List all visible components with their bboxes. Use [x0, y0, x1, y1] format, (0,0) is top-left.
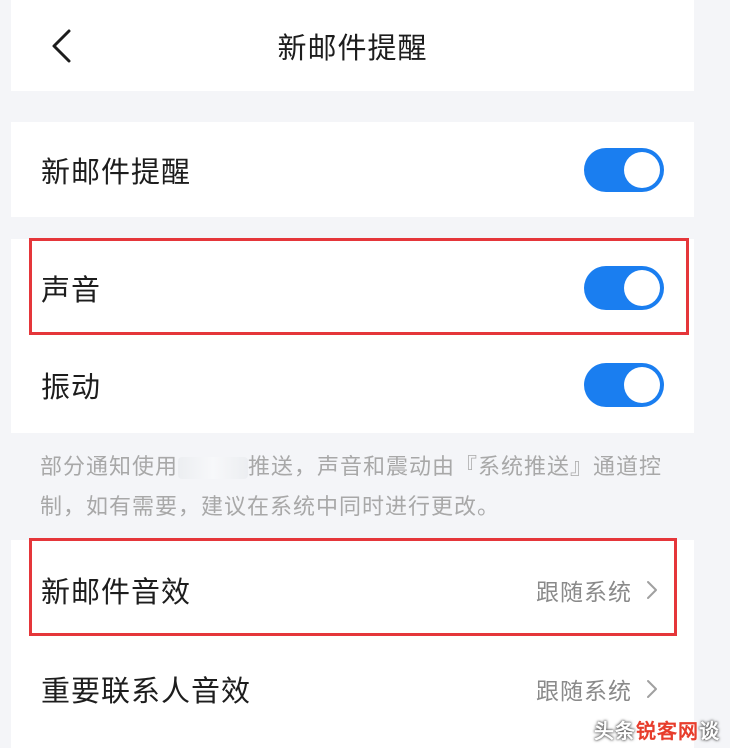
- screen: 新邮件提醒 新邮件提醒 声音 振动 部分通知使用 推送，声音和震动由『系统推送』通…: [0, 0, 730, 748]
- setting-row-important-contact-sound[interactable]: 重要联系人音效 跟随系统: [11, 639, 694, 738]
- toggle-knob: [624, 151, 660, 188]
- sound-toggle[interactable]: [584, 265, 664, 310]
- watermark-brand: 锐客网: [636, 719, 699, 743]
- page-title: 新邮件提醒: [277, 30, 428, 65]
- setting-row-vibration: 振动: [11, 336, 694, 433]
- new-mail-alert-card: 新邮件提醒: [11, 122, 694, 217]
- watermark-prefix: 头条: [594, 719, 636, 743]
- new-mail-alert-toggle[interactable]: [584, 147, 664, 192]
- sound-vibration-card: 声音 振动: [11, 239, 694, 433]
- setting-row-new-mail-alert: 新邮件提醒: [11, 122, 694, 217]
- setting-row-sound: 声音: [11, 239, 694, 336]
- toggle-knob: [624, 269, 660, 306]
- watermark-suffix: 谈: [699, 719, 720, 743]
- redacted-block: [178, 457, 249, 479]
- top-bar: 新邮件提醒: [11, 0, 694, 91]
- vibration-toggle[interactable]: [584, 362, 664, 407]
- sound-effect-card: 新邮件音效 跟随系统 重要联系人音效 跟随系统: [11, 540, 694, 748]
- setting-value: 跟随系统: [536, 579, 632, 606]
- watermark: 头条锐客网谈: [594, 715, 720, 744]
- back-button[interactable]: [41, 22, 81, 70]
- important-contact-sound-selector[interactable]: 跟随系统: [536, 672, 658, 706]
- new-mail-sound-selector[interactable]: 跟随系统: [536, 573, 658, 607]
- setting-label: 新邮件音效: [41, 574, 192, 609]
- chevron-right-icon: [647, 679, 657, 698]
- setting-label: 新邮件提醒: [41, 154, 192, 189]
- setting-row-new-mail-sound[interactable]: 新邮件音效 跟随系统: [11, 540, 694, 639]
- chevron-right-icon: [647, 580, 657, 599]
- setting-label: 重要联系人音效: [41, 673, 252, 708]
- push-channel-hint: 部分通知使用 推送，声音和震动由『系统推送』通道控制，如有需要，建议在系统中同时进…: [40, 448, 680, 528]
- setting-label: 声音: [41, 272, 102, 307]
- setting-label: 振动: [41, 369, 102, 404]
- setting-value: 跟随系统: [536, 678, 632, 705]
- hint-text-before: 部分通知使用: [40, 455, 179, 480]
- chevron-left-icon: [52, 29, 71, 63]
- toggle-knob: [624, 366, 660, 403]
